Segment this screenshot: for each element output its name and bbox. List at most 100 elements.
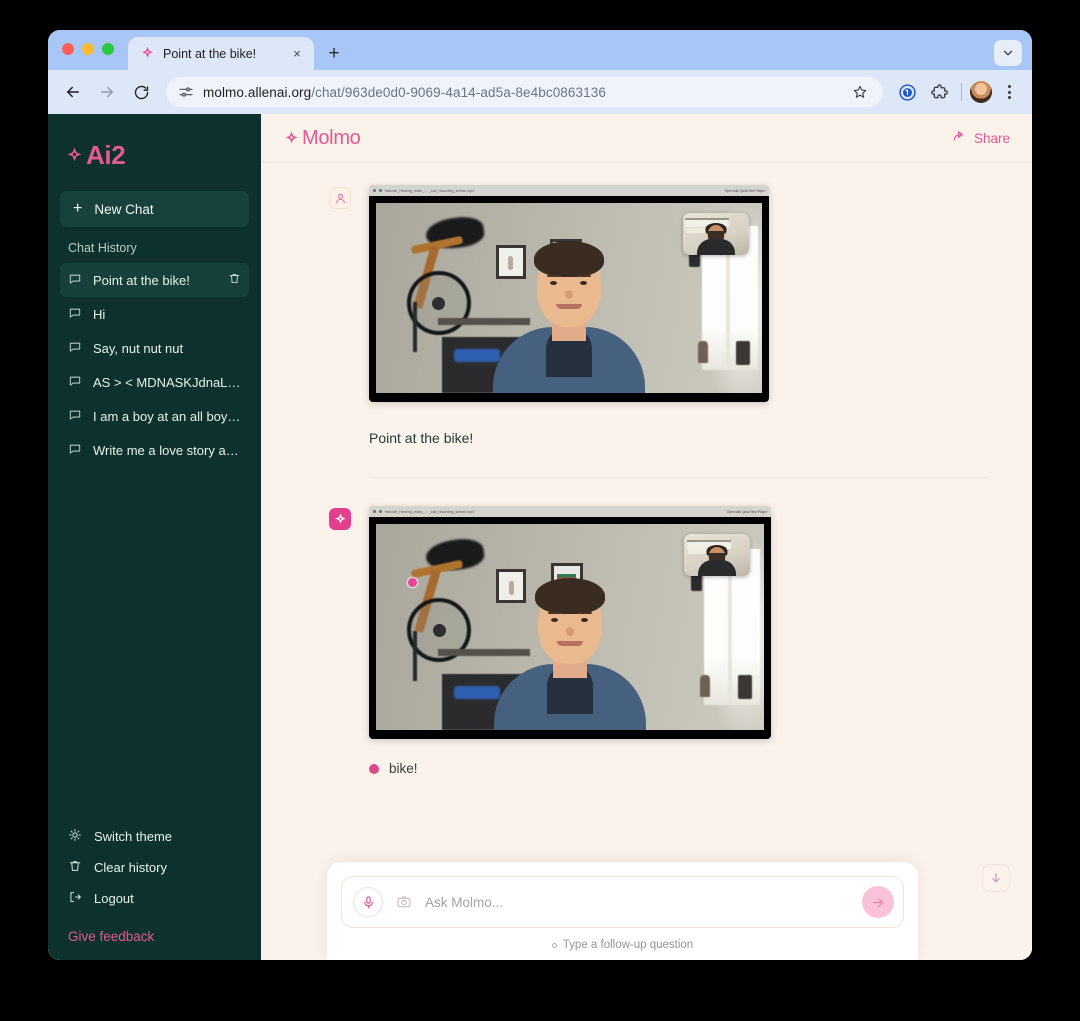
ask-molmo-input[interactable] — [425, 894, 852, 910]
ai2-logo[interactable]: Ai2 — [60, 140, 249, 171]
give-feedback-link[interactable]: Give feedback — [60, 929, 249, 944]
assistant-message-body: Hannah_Hearing_video_… _call_recording_s… — [369, 506, 988, 776]
tab-strip: Point at the bike! × + — [48, 30, 1032, 70]
attachment-video-frame — [369, 517, 771, 739]
sidebar-bottom-section: Switch theme Clear history Logout Give f… — [60, 821, 249, 944]
minimize-window-button[interactable] — [82, 43, 94, 55]
point-legend-dot-icon — [369, 763, 379, 774]
browser-toolbar: molmo.allenai.org/chat/963de0d0-9069-4a1… — [48, 70, 1032, 114]
browser-tab-title: Point at the bike! — [163, 46, 257, 61]
scroll-to-bottom-button[interactable] — [982, 864, 1010, 892]
profile-avatar[interactable] — [970, 81, 992, 103]
picture-in-picture-tile — [682, 212, 749, 255]
picture-in-picture-tile — [684, 534, 751, 577]
molmo-star-favicon — [140, 46, 155, 61]
close-window-button[interactable] — [62, 43, 74, 55]
share-label: Share — [973, 130, 1010, 146]
maximize-window-button[interactable] — [102, 43, 114, 55]
user-message: Hannah_Hearing_video_… _call_recording_s… — [261, 185, 1032, 449]
molmo-star-icon — [285, 131, 298, 143]
plus-icon: + — [73, 200, 83, 217]
molmo-brand: Molmo — [283, 127, 361, 150]
composer-hint: Type a follow-up question — [341, 928, 904, 960]
share-button[interactable]: Share — [952, 129, 1010, 147]
avatar — [329, 508, 351, 530]
sidebar-item-label: Clear history — [94, 860, 167, 875]
user-attachment-screenshot[interactable]: Hannah_Hearing_video_… _call_recording_s… — [369, 185, 769, 402]
delete-chat-icon[interactable] — [228, 272, 241, 288]
history-item-label: AS > < MDNASKJdnaLKDJ… — [93, 374, 241, 390]
user-avatar-icon — [329, 187, 351, 209]
sidebar-item-switch-theme[interactable]: Switch theme — [60, 821, 249, 852]
history-item-label: Hi — [93, 306, 106, 322]
chat-bubble-icon — [68, 272, 82, 289]
composer: Type a follow-up question — [327, 862, 918, 960]
ai2-star-icon — [67, 147, 82, 162]
composer-input-row — [341, 876, 904, 928]
user-message-body: Hannah_Hearing_video_… _call_recording_s… — [369, 185, 988, 449]
avatar — [329, 187, 351, 209]
bookmark-star-icon[interactable] — [847, 79, 873, 105]
hint-dot-icon — [551, 942, 557, 948]
history-item-label: I am a boy at an all boys … — [93, 408, 241, 424]
browser-tab[interactable]: Point at the bike! × — [128, 37, 314, 70]
sidebar: Ai2 + New Chat Chat History Point at the… — [48, 114, 261, 960]
forward-icon[interactable] — [92, 77, 122, 107]
share-arrow-icon — [952, 129, 967, 147]
site-settings-icon[interactable] — [178, 84, 194, 100]
sidebar-item-label: Switch theme — [94, 829, 173, 844]
chat-bubble-icon — [68, 306, 82, 323]
conversation-thread[interactable]: Hannah_Hearing_video_… _call_recording_s… — [261, 163, 1032, 960]
history-item-hi[interactable]: Hi — [60, 297, 249, 331]
address-bar[interactable]: molmo.allenai.org/chat/963de0d0-9069-4a1… — [166, 77, 883, 107]
history-item-say-nut-nut-nut[interactable]: Say, nut nut nut — [60, 331, 249, 365]
sidebar-item-logout[interactable]: Logout — [60, 883, 249, 914]
history-item-label: Point at the bike! — [93, 272, 190, 288]
window-traffic-lights — [62, 30, 114, 70]
assistant-answer-text: bike! — [389, 761, 418, 776]
app-page: Ai2 + New Chat Chat History Point at the… — [48, 114, 1032, 960]
attachment-video-frame — [369, 196, 769, 402]
chat-bubble-icon — [68, 340, 82, 357]
assistant-attachment-screenshot[interactable]: Hannah_Hearing_video_… _call_recording_s… — [369, 506, 771, 739]
message-divider — [373, 477, 988, 478]
extensions-icon[interactable] — [925, 78, 953, 106]
main-content: Molmo Share Hannah_Hearing_video_… _call… — [261, 114, 1032, 960]
history-item-write-me-a-love-story[interactable]: Write me a love story ab… — [60, 433, 249, 467]
ai2-logo-text: Ai2 — [86, 140, 126, 170]
browser-window: Point at the bike! × + molmo.allenai.org… — [48, 30, 1032, 960]
password-manager-icon[interactable] — [893, 78, 921, 106]
send-button[interactable] — [862, 886, 894, 918]
chat-history-list: Point at the bike! Hi Say, nut nut nut A… — [60, 263, 249, 467]
chat-history-label: Chat History — [68, 241, 137, 255]
attachment-window-chrome: Hannah_Hearing_video_… _call_recording_s… — [369, 506, 771, 517]
chat-bubble-icon — [68, 408, 82, 425]
user-message-text: Point at the bike! — [369, 430, 474, 446]
new-tab-button[interactable]: + — [320, 39, 348, 67]
chat-bubble-icon — [68, 374, 82, 391]
history-item-point-at-the-bike[interactable]: Point at the bike! — [60, 263, 249, 297]
three-dot-menu-icon[interactable] — [996, 79, 1022, 105]
molmo-avatar-icon — [329, 508, 351, 530]
url-path: /chat/963de0d0-9069-4a14-ad5a-8e4bc08631… — [311, 84, 606, 100]
composer-hint-text: Type a follow-up question — [562, 939, 694, 951]
new-chat-label: New Chat — [94, 201, 154, 217]
history-item-label: Write me a love story ab… — [93, 442, 241, 458]
attachment-window-chrome: Hannah_Hearing_video_… _call_recording_s… — [369, 185, 769, 196]
camera-icon[interactable] — [393, 891, 415, 913]
history-item-i-am-a-boy[interactable]: I am a boy at an all boys … — [60, 399, 249, 433]
microphone-icon[interactable] — [353, 887, 383, 917]
back-icon[interactable] — [58, 77, 88, 107]
close-tab-icon[interactable]: × — [288, 45, 306, 63]
trash-icon — [68, 859, 82, 876]
new-chat-button[interactable]: + New Chat — [60, 191, 249, 227]
sidebar-item-label: Logout — [94, 891, 134, 906]
tab-search-chevron-down-icon[interactable] — [994, 40, 1022, 66]
history-item-as-mdnaskjdnalkdj[interactable]: AS > < MDNASKJdnaLKDJ… — [60, 365, 249, 399]
reload-icon[interactable] — [126, 77, 156, 107]
url-text: molmo.allenai.org/chat/963de0d0-9069-4a1… — [203, 85, 838, 100]
sidebar-item-clear-history[interactable]: Clear history — [60, 852, 249, 883]
chat-bubble-icon — [68, 442, 82, 459]
logout-icon — [68, 890, 82, 907]
url-host: molmo.allenai.org — [203, 84, 312, 100]
